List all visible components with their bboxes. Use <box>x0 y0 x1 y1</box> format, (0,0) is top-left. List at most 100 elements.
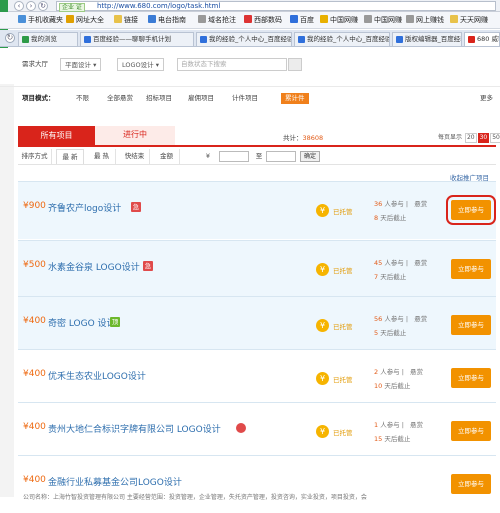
phone-icon <box>18 15 26 23</box>
deadline: 7 天后截止 <box>374 271 406 281</box>
sort-label: 排序方式 <box>18 149 52 164</box>
deadline: 8 天后截止 <box>374 212 406 222</box>
deadline-days: 15 <box>374 435 383 443</box>
favorite-item[interactable]: 手机收藏夹 <box>18 15 63 26</box>
tab-favicon-icon <box>396 36 403 43</box>
page-icon <box>364 15 372 23</box>
sort-hottest[interactable]: 最 热 <box>88 149 116 164</box>
tab-favicon-icon <box>22 36 29 43</box>
mode-cumulative[interactable]: 累计件 <box>281 93 309 104</box>
participants-count: 1 <box>374 421 379 429</box>
url-input[interactable]: 企业 证 http://www.680.com/logo/task.html <box>56 1 496 12</box>
favorite-label: 手机收藏夹 <box>28 16 63 24</box>
browser-tab[interactable]: 我的经验_个人中心_百度经验 <box>294 32 390 46</box>
favorite-item[interactable]: 中国网赚 <box>364 15 402 26</box>
favorite-label: 百度 <box>300 16 314 24</box>
participants-label: 人参与 <box>380 368 400 376</box>
mode-bidding[interactable]: 招标项目 <box>146 93 172 104</box>
favorite-item[interactable]: 西部数码 <box>244 15 282 26</box>
participants: 1 人参与 | 悬赏 <box>374 421 424 429</box>
task-title-link[interactable]: 优禾生态农业LOGO设计 <box>48 369 146 382</box>
mode-piecework[interactable]: 计件项目 <box>232 93 258 104</box>
crumb-logo-design[interactable]: LOGO设计 ▾ <box>117 58 165 71</box>
browser-tab-label: 我的经验_个人中心_百度经验 <box>209 35 292 43</box>
search-input[interactable]: 自数状态下搜索 <box>177 58 287 71</box>
total-value: 38608 <box>302 134 324 142</box>
browser-tab[interactable]: 我的浏览 <box>18 32 78 46</box>
participants-label: 人参与 <box>380 421 400 429</box>
back-icon[interactable]: ‹ <box>14 1 24 11</box>
favorite-item[interactable]: 网上赚钱 <box>406 15 444 26</box>
refresh-tab-icon[interactable]: ↻ <box>5 33 15 43</box>
total-label: 共计： <box>283 134 303 142</box>
mode-hire[interactable]: 雇佣项目 <box>188 93 214 104</box>
favorite-item[interactable]: 链接 <box>114 15 138 26</box>
globe-icon <box>66 15 74 23</box>
tab-in-progress[interactable]: 进行中 <box>95 126 175 145</box>
mode-all-rewards[interactable]: 全部悬赏 <box>107 93 133 104</box>
sort-amount[interactable]: 金额 <box>154 149 180 164</box>
favorite-label: 网址大全 <box>76 16 104 24</box>
crumb-demand-hall[interactable]: 需求大厅 <box>18 58 52 71</box>
crumb-label: 平面设计 <box>65 61 91 69</box>
participants-label: 人参与 <box>384 200 404 208</box>
per-page-30[interactable]: 30 <box>477 133 490 143</box>
join-now-button[interactable]: 立即参与 <box>451 368 491 388</box>
yuan-icon: ¥ <box>316 204 329 217</box>
search-button[interactable] <box>288 58 302 71</box>
hosted-status: 已托管 <box>333 376 353 384</box>
mode-any[interactable]: 不限 <box>76 93 89 104</box>
browser-tab[interactable]: 百度经验——聊聊手机计划 <box>80 32 194 46</box>
browser-tab[interactable]: 680 威客_时间财富网 <box>464 32 500 46</box>
favorite-item[interactable]: 中国网赚 <box>320 15 358 26</box>
tab-all-projects[interactable]: 所有项目 <box>18 126 95 147</box>
max-amount-input[interactable] <box>266 151 296 162</box>
participants: 56 人参与 | 悬赏 <box>374 315 428 323</box>
favorite-item[interactable]: 电台指南 <box>148 15 186 26</box>
reward-type: 悬赏 <box>414 315 428 323</box>
reward-badge-icon <box>236 423 246 433</box>
refresh-icon[interactable]: ↻ <box>38 1 48 11</box>
confirm-button[interactable]: 确定 <box>300 151 320 162</box>
favorite-item[interactable]: 网址大全 <box>66 15 104 26</box>
join-now-button[interactable]: 立即参与 <box>451 315 491 335</box>
yuan-icon: ¥ <box>316 263 329 276</box>
deadline: 10 天后截止 <box>374 380 410 390</box>
task-title-link[interactable]: 齐鲁农产logo设计 <box>48 201 121 214</box>
browser-tab-bar: ↻ 我的浏览 百度经验——聊聊手机计划 我的经验_个人中心_百度经验 我的经验_个人中… <box>0 30 500 47</box>
join-now-button[interactable]: 立即参与 <box>451 474 491 494</box>
min-amount-input[interactable] <box>219 151 249 162</box>
browser-tab[interactable]: 版权编辑器_百度经验 <box>392 32 462 46</box>
reward-type: 悬赏 <box>410 421 424 429</box>
per-page-20[interactable]: 20 <box>464 133 477 143</box>
task-title-link[interactable]: 水素金谷泉 LOGO设计 <box>48 260 140 273</box>
favorite-item[interactable]: 域名抢注 <box>198 15 236 26</box>
security-badge: 企业 证 <box>59 3 85 12</box>
sort-ending-soon[interactable]: 快结束 <box>120 149 150 164</box>
task-title-link[interactable]: 金融行业私募基金公司LOGO设计 <box>48 475 182 488</box>
join-now-button[interactable]: 立即参与 <box>451 421 491 441</box>
side-float-panel <box>0 84 14 497</box>
join-now-button[interactable]: 立即参与 <box>451 259 491 279</box>
page-icon <box>198 15 206 23</box>
participants: 36 人参与 | 悬赏 <box>374 200 428 208</box>
favorite-item[interactable]: 百度 <box>290 15 314 26</box>
task-price: ¥400 <box>23 316 46 326</box>
site-header: 需求大厅 平面设计 ▾ LOGO设计 ▾ 自数状态下搜索 <box>0 48 500 78</box>
favorite-item[interactable]: 天天网赚 <box>450 15 488 26</box>
forward-icon[interactable]: › <box>26 1 36 11</box>
task-price: ¥400 <box>23 369 46 379</box>
reward-type: 悬赏 <box>414 259 428 267</box>
sort-newest[interactable]: 最 新 <box>56 149 84 164</box>
tab-favicon-icon <box>200 36 207 43</box>
crumb-graphic-design[interactable]: 平面设计 ▾ <box>60 58 102 71</box>
join-now-button[interactable]: 立即参与 <box>446 195 496 225</box>
per-page-50[interactable]: 50 <box>490 133 500 143</box>
task-row: ¥900 齐鲁农产logo设计急 ¥ 已托管 36 人参与 | 悬赏 8 天后截止 立即参与 <box>18 181 496 239</box>
project-mode-filter: 项目模式： 不限 全部悬赏 招标项目 雇佣项目 计件项目 累计件 更多 <box>0 86 500 108</box>
more-link[interactable]: 更多 <box>480 93 493 104</box>
task-title-link[interactable]: 奇密 LOGO 设计 <box>48 316 116 329</box>
browser-tab[interactable]: 我的经验_个人中心_百度经验 <box>196 32 292 46</box>
deadline-days: 5 <box>374 329 379 337</box>
task-title-link[interactable]: 贵州大地仁合标识字牌有限公司 LOGO设计 <box>48 422 221 435</box>
